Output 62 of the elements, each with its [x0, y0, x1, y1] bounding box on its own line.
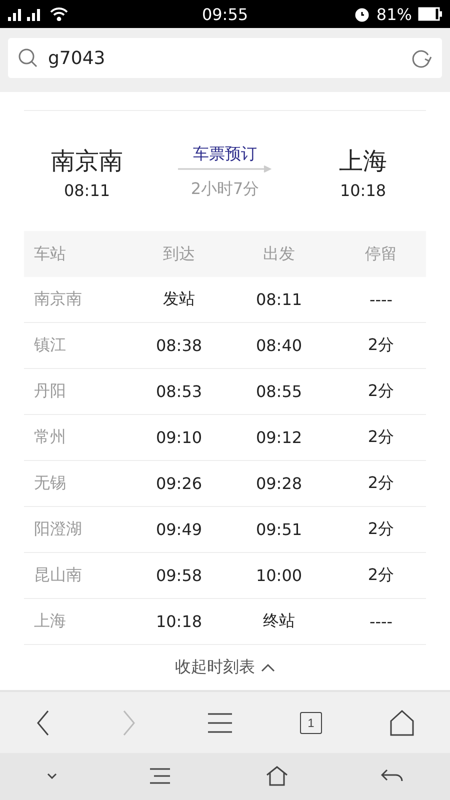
trip-duration: 2小时7分	[190, 179, 260, 200]
departure-cell-text: 08:11	[254, 290, 304, 310]
wifi-icon	[50, 7, 68, 22]
alarm-clock-icon	[354, 6, 370, 22]
booking-link[interactable]: 车票预订	[193, 144, 257, 166]
chevron-down-icon	[46, 773, 57, 780]
status-time: 09:55	[202, 4, 248, 24]
menu-icon	[208, 712, 232, 734]
departure-cell-text: 08:40	[254, 336, 304, 356]
station-cell-text: 南京南	[33, 289, 83, 310]
chevron-left-icon	[36, 710, 50, 736]
stop-duration-cell-text: 2分	[366, 565, 396, 586]
column-header: 出发	[262, 244, 296, 265]
stop-duration-cell-text: 2分	[366, 473, 396, 494]
arrival-cell-text: 09:58	[154, 566, 204, 586]
departure-cell-text: 10:00	[254, 566, 304, 586]
station-cell-text: 常州	[33, 427, 67, 448]
station-cell-text: 无锡	[33, 473, 67, 494]
battery-icon	[418, 7, 442, 22]
battery-percent: 81%	[376, 4, 412, 24]
arrival-cell-text: 发站	[162, 289, 196, 310]
search-icon	[18, 48, 38, 68]
column-header: 车站	[33, 244, 67, 265]
chevron-right-icon	[122, 710, 136, 736]
departure-time: 08:11	[64, 180, 110, 200]
station-cell-text: 镇江	[33, 335, 67, 356]
column-header: 到达	[162, 244, 196, 265]
collapse-timetable-button[interactable]: 收起时刻表	[175, 645, 275, 690]
arrival-cell-text: 09:26	[154, 474, 204, 494]
departure-cell-text: 终站	[262, 611, 296, 632]
home-icon	[390, 710, 414, 736]
arrival-cell-text: 08:53	[154, 382, 204, 402]
home-icon	[266, 766, 288, 786]
refresh-icon	[410, 47, 432, 70]
stop-duration-cell-text: 2分	[366, 381, 396, 402]
station-cell-text: 上海	[33, 611, 67, 632]
origin-station: 南京南	[51, 146, 123, 177]
arrival-cell-text: 09:49	[154, 520, 204, 540]
departure-cell-text: 08:55	[254, 382, 304, 402]
departure-cell-text: 09:28	[254, 474, 304, 494]
arrival-cell-text: 09:10	[154, 428, 204, 448]
column-header: 停留	[364, 244, 398, 265]
caret-up-icon	[261, 662, 275, 673]
destination-station: 上海	[339, 146, 387, 177]
stop-duration-cell-text: 2分	[366, 427, 396, 448]
station-cell-text: 丹阳	[33, 381, 67, 402]
stop-duration-cell-text: ----	[368, 290, 394, 310]
tabs-button[interactable]: 1	[300, 712, 322, 734]
arrival-cell-text: 08:38	[154, 336, 204, 356]
station-cell-text: 阳澄湖	[33, 519, 83, 540]
departure-cell-text: 09:12	[254, 428, 304, 448]
search-field[interactable]: g7043	[8, 38, 442, 78]
departure-cell-text: 09:51	[254, 520, 304, 540]
stop-duration-cell-text: 2分	[366, 519, 396, 540]
station-cell-text: 昆山南	[33, 565, 83, 586]
arrival-time: 10:18	[340, 180, 386, 200]
return-arrow-icon	[381, 769, 404, 784]
arrival-cell-text: 10:18	[154, 612, 204, 632]
stop-duration-cell-text: ----	[368, 612, 394, 632]
menu-icon	[150, 768, 172, 784]
stop-duration-cell-text: 2分	[366, 335, 396, 356]
arrow-line-icon	[178, 165, 272, 174]
